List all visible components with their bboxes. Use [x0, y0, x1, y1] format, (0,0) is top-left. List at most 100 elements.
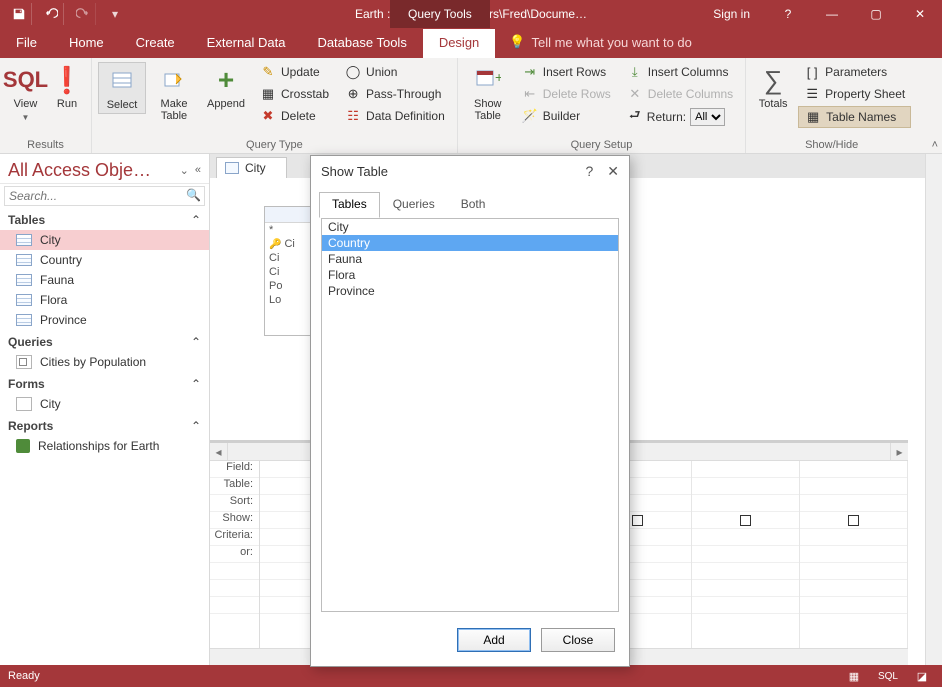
- builder-icon: 🪄: [522, 108, 538, 124]
- view-datasheet-icon[interactable]: ▦: [842, 667, 866, 685]
- update-button[interactable]: ✎Update: [254, 62, 335, 82]
- delete-columns-button[interactable]: ✕Delete Columns: [621, 84, 739, 104]
- form-icon: [16, 397, 32, 411]
- passthrough-button[interactable]: ⊕Pass-Through: [339, 84, 451, 104]
- table-names-icon: ▦: [805, 109, 821, 125]
- nav-report-relationships[interactable]: Relationships for Earth: [0, 436, 209, 456]
- list-item[interactable]: City: [322, 219, 618, 235]
- context-tab-label: Query Tools: [390, 0, 490, 28]
- dialog-table-list[interactable]: City Country Fauna Flora Province: [321, 218, 619, 612]
- nav-group-forms[interactable]: Forms⌃: [0, 372, 209, 394]
- return-combo[interactable]: ⮐ Return: All: [621, 106, 739, 128]
- show-checkbox[interactable]: [848, 515, 859, 526]
- nav-group-tables[interactable]: Tables⌃: [0, 208, 209, 230]
- dialog-tab-queries[interactable]: Queries: [380, 192, 448, 218]
- insert-rows-button[interactable]: ⇥Insert Rows: [516, 62, 617, 82]
- table-names-button[interactable]: ▦Table Names: [798, 106, 911, 128]
- qat-customize-icon[interactable]: ▾: [102, 3, 128, 25]
- sign-in-link[interactable]: Sign in: [697, 7, 766, 21]
- table-icon: [16, 254, 32, 266]
- redo-icon[interactable]: [70, 3, 96, 25]
- minimize-icon[interactable]: —: [810, 0, 854, 28]
- key-icon: 🔑: [269, 239, 281, 250]
- show-checkbox[interactable]: [632, 515, 643, 526]
- tab-external-data[interactable]: External Data: [191, 29, 302, 58]
- document-tab-city[interactable]: City: [216, 157, 287, 178]
- tell-me[interactable]: 💡Tell me what you want to do: [495, 28, 706, 58]
- nav-search-input[interactable]: [4, 186, 205, 206]
- delete-cols-icon: ✕: [627, 86, 643, 102]
- pencil-icon: ✎: [260, 64, 276, 80]
- list-item[interactable]: Province: [322, 283, 618, 299]
- list-item[interactable]: Country: [322, 235, 618, 251]
- quick-access-toolbar: ▾: [0, 0, 134, 28]
- builder-button[interactable]: 🪄Builder: [516, 106, 617, 126]
- nav-form-city[interactable]: City: [0, 394, 209, 414]
- delete-x-icon: ✖: [260, 108, 276, 124]
- vertical-scrollbar[interactable]: [925, 154, 942, 665]
- nav-table-fauna[interactable]: Fauna: [0, 270, 209, 290]
- nav-table-flora[interactable]: Flora: [0, 290, 209, 310]
- list-item[interactable]: Flora: [322, 267, 618, 283]
- tab-home[interactable]: Home: [53, 29, 120, 58]
- save-icon[interactable]: [6, 3, 32, 25]
- view-sql-icon[interactable]: SQL: [876, 667, 900, 685]
- make-table-button[interactable]: Make Table: [150, 62, 198, 124]
- nav-group-queries[interactable]: Queries⌃: [0, 330, 209, 352]
- close-button[interactable]: Close: [541, 628, 615, 652]
- ribbon-collapse-icon[interactable]: ˄: [932, 139, 938, 151]
- list-item[interactable]: Fauna: [322, 251, 618, 267]
- delete-rows-icon: ⇤: [522, 86, 538, 102]
- collapse-icon: ⌃: [191, 335, 201, 349]
- crosstab-button[interactable]: ▦Crosstab: [254, 84, 335, 104]
- tab-create[interactable]: Create: [120, 29, 191, 58]
- nav-table-province[interactable]: Province: [0, 310, 209, 330]
- parameters-button[interactable]: [ ]Parameters: [798, 62, 911, 82]
- dialog-help-icon[interactable]: ?: [585, 163, 593, 180]
- delete-rows-button[interactable]: ⇤Delete Rows: [516, 84, 617, 104]
- datadef-icon: ☷: [345, 108, 361, 124]
- insert-columns-button[interactable]: ⤓Insert Columns: [621, 62, 739, 82]
- dialog-tab-tables[interactable]: Tables: [319, 192, 380, 218]
- undo-icon[interactable]: [38, 3, 64, 25]
- nav-table-country[interactable]: Country: [0, 250, 209, 270]
- nav-title[interactable]: All Access Obje…: [8, 160, 151, 181]
- query-icon: [16, 355, 32, 369]
- insert-rows-icon: ⇥: [522, 64, 538, 80]
- nav-dropdown-icon[interactable]: ⌄: [180, 164, 189, 177]
- run-button[interactable]: ❗Run: [49, 62, 85, 112]
- nav-group-reports[interactable]: Reports⌃: [0, 414, 209, 436]
- append-button[interactable]: +Append: [202, 62, 250, 112]
- close-window-icon[interactable]: ✕: [898, 0, 942, 28]
- tab-file[interactable]: File: [0, 29, 53, 58]
- scroll-left-icon[interactable]: ◂: [210, 443, 228, 460]
- tab-design[interactable]: Design: [423, 29, 495, 58]
- show-table-button[interactable]: +Show Table: [464, 62, 512, 124]
- table-icon: [16, 314, 32, 326]
- tab-database-tools[interactable]: Database Tools: [301, 29, 422, 58]
- totals-button[interactable]: ∑Totals: [752, 62, 794, 112]
- return-select[interactable]: All: [690, 108, 725, 126]
- group-results: SQLView▼ ❗Run Results: [0, 58, 92, 153]
- maximize-icon[interactable]: ▢: [854, 0, 898, 28]
- scroll-right-icon[interactable]: ▸: [890, 443, 908, 460]
- collapse-icon: ⌃: [191, 377, 201, 391]
- show-checkbox[interactable]: [740, 515, 751, 526]
- nav-table-city[interactable]: City: [0, 230, 209, 250]
- delete-query-button[interactable]: ✖Delete: [254, 106, 335, 126]
- property-sheet-button[interactable]: ☰Property Sheet: [798, 84, 911, 104]
- nav-query-cities-by-population[interactable]: Cities by Population: [0, 352, 209, 372]
- search-icon[interactable]: 🔍: [186, 188, 201, 202]
- nav-collapse-icon[interactable]: «: [195, 164, 201, 177]
- dialog-tab-both[interactable]: Both: [448, 192, 499, 218]
- view-button[interactable]: SQLView▼: [6, 62, 45, 126]
- union-button[interactable]: ◯Union: [339, 62, 451, 82]
- help-icon[interactable]: ?: [766, 0, 810, 28]
- dialog-close-icon[interactable]: ✕: [607, 163, 619, 180]
- select-query-button[interactable]: Select: [98, 62, 146, 114]
- svg-text:+: +: [495, 69, 501, 85]
- data-definition-button[interactable]: ☷Data Definition: [339, 106, 451, 126]
- add-button[interactable]: Add: [457, 628, 531, 652]
- passthrough-icon: ⊕: [345, 86, 361, 102]
- view-design-icon[interactable]: ◪: [910, 667, 934, 685]
